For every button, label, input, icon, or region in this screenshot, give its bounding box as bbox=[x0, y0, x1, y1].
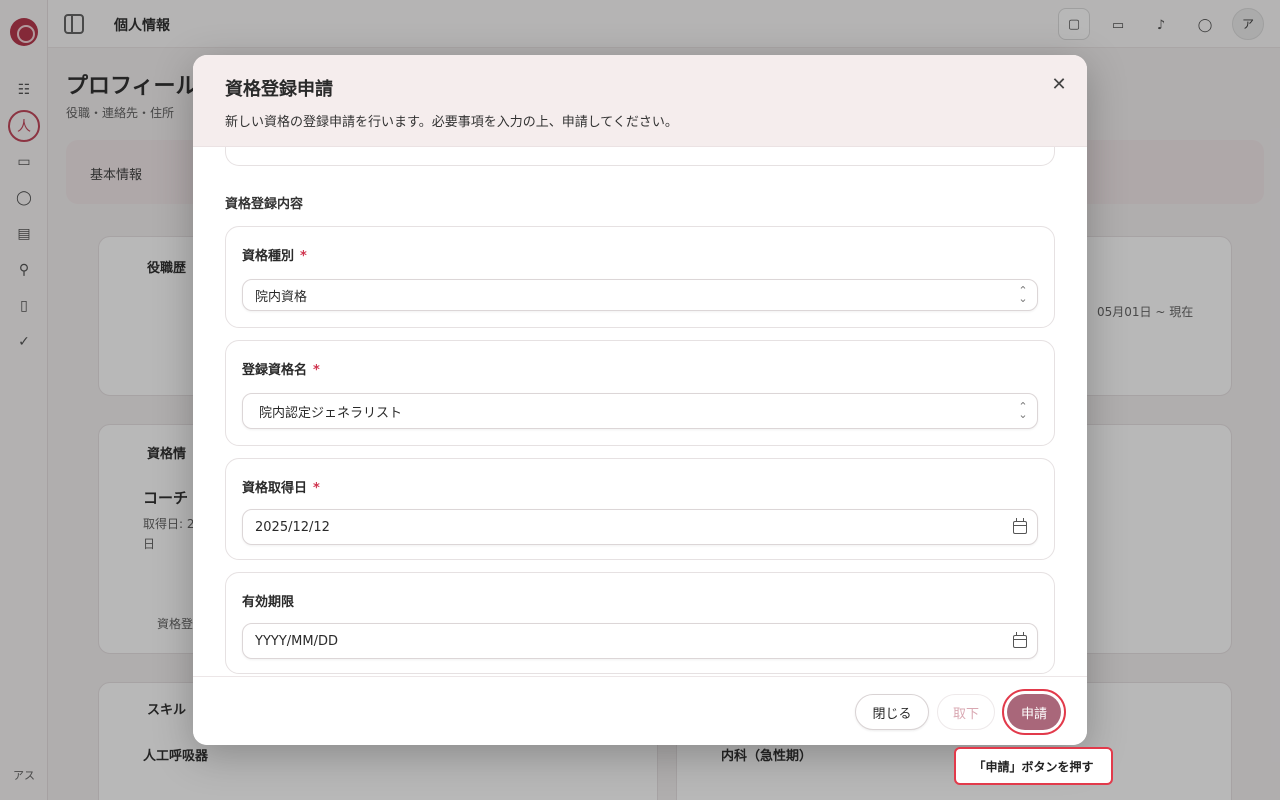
required-mark: * bbox=[300, 249, 307, 264]
qualification-type-label: 資格種別 * bbox=[242, 245, 307, 264]
modal-body[interactable]: 資格登録内容 資格種別 * 院内資格 ⌃ ⌄ 登録資格名 * 院内認定ジェネラリスト … bbox=[193, 147, 1087, 676]
expiry-placeholder: YYYY/MM/DD bbox=[255, 633, 338, 649]
modal-footer: 閉じる 取下 申請 bbox=[193, 676, 1087, 745]
expiry-card: 有効期限 YYYY/MM/DD bbox=[225, 572, 1055, 674]
required-mark: * bbox=[313, 363, 320, 378]
calendar-icon[interactable] bbox=[1013, 517, 1027, 534]
required-mark: * bbox=[313, 481, 320, 496]
chevron-updown-icon: ⌃ ⌄ bbox=[1018, 284, 1028, 305]
qualification-name-card: 登録資格名 * 院内認定ジェネラリスト ⌃ ⌄ bbox=[225, 340, 1055, 446]
qualification-type-label-text: 資格種別 bbox=[242, 249, 295, 264]
modal-title: 資格登録申請 bbox=[225, 79, 333, 100]
calendar-icon[interactable] bbox=[1013, 631, 1027, 648]
guide-tooltip: 「申請」ボタンを押す bbox=[954, 747, 1113, 785]
expiry-label: 有効期限 bbox=[242, 595, 295, 610]
acquired-date-label: 資格取得日 * bbox=[242, 477, 320, 496]
qualification-name-value: 院内認定ジェネラリスト bbox=[259, 405, 403, 421]
qualification-apply-modal: 資格登録申請 新しい資格の登録申請を行います。必要事項を入力の上、申請してくださ… bbox=[193, 55, 1087, 745]
chevron-updown-icon: ⌃ ⌄ bbox=[1018, 400, 1028, 421]
expiry-date-input[interactable]: YYYY/MM/DD bbox=[242, 623, 1038, 659]
section-title: 資格登録内容 bbox=[225, 197, 304, 212]
qualification-name-select[interactable]: 院内認定ジェネラリスト ⌃ ⌄ bbox=[242, 393, 1038, 429]
acquired-date-value: 2025/12/12 bbox=[255, 519, 330, 535]
close-button[interactable]: 閉じる bbox=[855, 694, 929, 730]
close-icon[interactable]: ✕ bbox=[1047, 73, 1071, 97]
apply-button[interactable]: 申請 bbox=[1007, 694, 1061, 730]
acquired-date-label-text: 資格取得日 bbox=[242, 481, 308, 496]
qualification-type-card: 資格種別 * 院内資格 ⌃ ⌄ bbox=[225, 226, 1055, 328]
qualification-name-label-text: 登録資格名 bbox=[242, 363, 308, 378]
qualification-type-value: 院内資格 bbox=[255, 289, 308, 305]
acquired-date-input[interactable]: 2025/12/12 bbox=[242, 509, 1038, 545]
modal-description: 新しい資格の登録申請を行います。必要事項を入力の上、申請してください。 bbox=[225, 115, 678, 130]
withdraw-button[interactable]: 取下 bbox=[937, 694, 995, 730]
qualification-name-label: 登録資格名 * bbox=[242, 359, 320, 378]
qualification-type-select[interactable]: 院内資格 ⌃ ⌄ bbox=[242, 279, 1038, 311]
modal-header: 資格登録申請 新しい資格の登録申請を行います。必要事項を入力の上、申請してくださ… bbox=[193, 55, 1087, 147]
previous-section-card bbox=[225, 147, 1055, 166]
acquired-date-card: 資格取得日 * 2025/12/12 bbox=[225, 458, 1055, 560]
